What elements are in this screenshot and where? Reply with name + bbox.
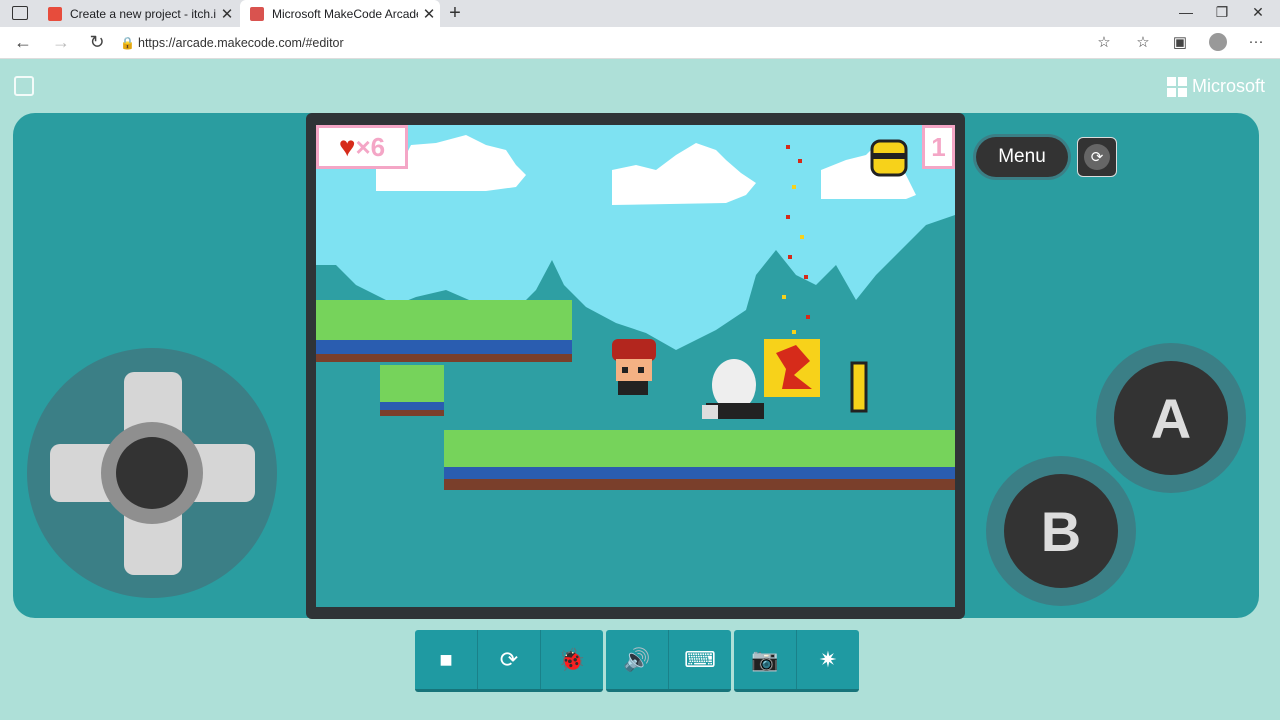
score-counter: 1: [922, 125, 955, 169]
dpad-center[interactable]: [116, 437, 188, 509]
tab-title: Create a new project - itch.io: [70, 6, 216, 21]
favorites-icon[interactable]: ☆: [1131, 33, 1155, 51]
back-icon[interactable]: ←: [11, 32, 35, 53]
refresh-icon[interactable]: ↻: [85, 32, 109, 53]
mute-button[interactable]: 🔊: [606, 630, 669, 689]
restart-button[interactable]: ⟳: [478, 630, 541, 689]
collections-icon[interactable]: ▣: [1168, 33, 1192, 51]
maximize-icon[interactable]: ❐: [1202, 4, 1242, 21]
toolbar-group-io: 🔊 ⌨: [606, 630, 731, 692]
keyboard-button[interactable]: ⌨: [669, 630, 731, 689]
tab-makecode[interactable]: Microsoft MakeCode Arcade ✕: [240, 0, 440, 27]
microsoft-logo: Microsoft: [1167, 76, 1265, 97]
simulator-toolbar: ■ ⟳ 🐞 🔊 ⌨ 📷 ✷: [415, 630, 859, 692]
makecode-home-icon[interactable]: [14, 76, 34, 96]
new-tab-icon[interactable]: +: [445, 2, 465, 25]
toolbar-group-capture: 📷 ✷: [734, 630, 859, 692]
heart-icon: ♥: [338, 131, 356, 162]
url-text: https://arcade.makecode.com/#editor: [138, 36, 344, 50]
restart-game-button[interactable]: ⟳: [1077, 137, 1117, 177]
close-window-icon[interactable]: ✕: [1238, 4, 1278, 21]
microsoft-squares-icon: [1167, 76, 1187, 97]
game-screen[interactable]: ♥ ×6 1: [316, 125, 955, 607]
screenshot-button[interactable]: 📷: [734, 630, 797, 689]
coin-sprite: [850, 361, 868, 413]
makecode-favicon-icon: [250, 6, 264, 21]
tab-itch[interactable]: Create a new project - itch.io ✕: [38, 0, 238, 27]
close-tab-icon[interactable]: ✕: [418, 5, 440, 23]
debug-button[interactable]: 🐞: [541, 630, 603, 689]
tab-actions-icon[interactable]: [12, 6, 28, 20]
microsoft-wordmark: Microsoft: [1192, 76, 1266, 96]
itch-favicon-icon: [48, 6, 62, 21]
minimize-icon[interactable]: —: [1166, 4, 1206, 20]
toolbar-group-run: ■ ⟳ 🐞: [415, 630, 603, 692]
restart-icon: ⟳: [1084, 144, 1110, 170]
close-tab-icon[interactable]: ✕: [216, 5, 238, 23]
record-button[interactable]: ✷: [797, 630, 859, 689]
fire-block-sprite: [764, 339, 820, 397]
menu-button[interactable]: Menu: [976, 137, 1068, 177]
add-favorite-icon[interactable]: ☆: [1092, 33, 1116, 51]
tab-title: Microsoft MakeCode Arcade: [272, 6, 418, 21]
lock-icon: 🔒: [120, 36, 135, 50]
lives-text: ×6: [355, 131, 386, 162]
lives-counter: ♥ ×6: [316, 125, 408, 169]
more-icon[interactable]: ···: [1244, 33, 1268, 50]
stop-button[interactable]: ■: [415, 630, 478, 689]
b-button[interactable]: B: [1004, 474, 1118, 588]
game-scene: [316, 125, 955, 607]
a-button[interactable]: A: [1114, 361, 1228, 475]
profile-avatar[interactable]: [1209, 33, 1227, 51]
bee-icon: [870, 139, 908, 177]
forward-icon[interactable]: →: [49, 32, 73, 53]
url-field[interactable]: 🔒 https://arcade.makecode.com/#editor: [120, 31, 1120, 55]
